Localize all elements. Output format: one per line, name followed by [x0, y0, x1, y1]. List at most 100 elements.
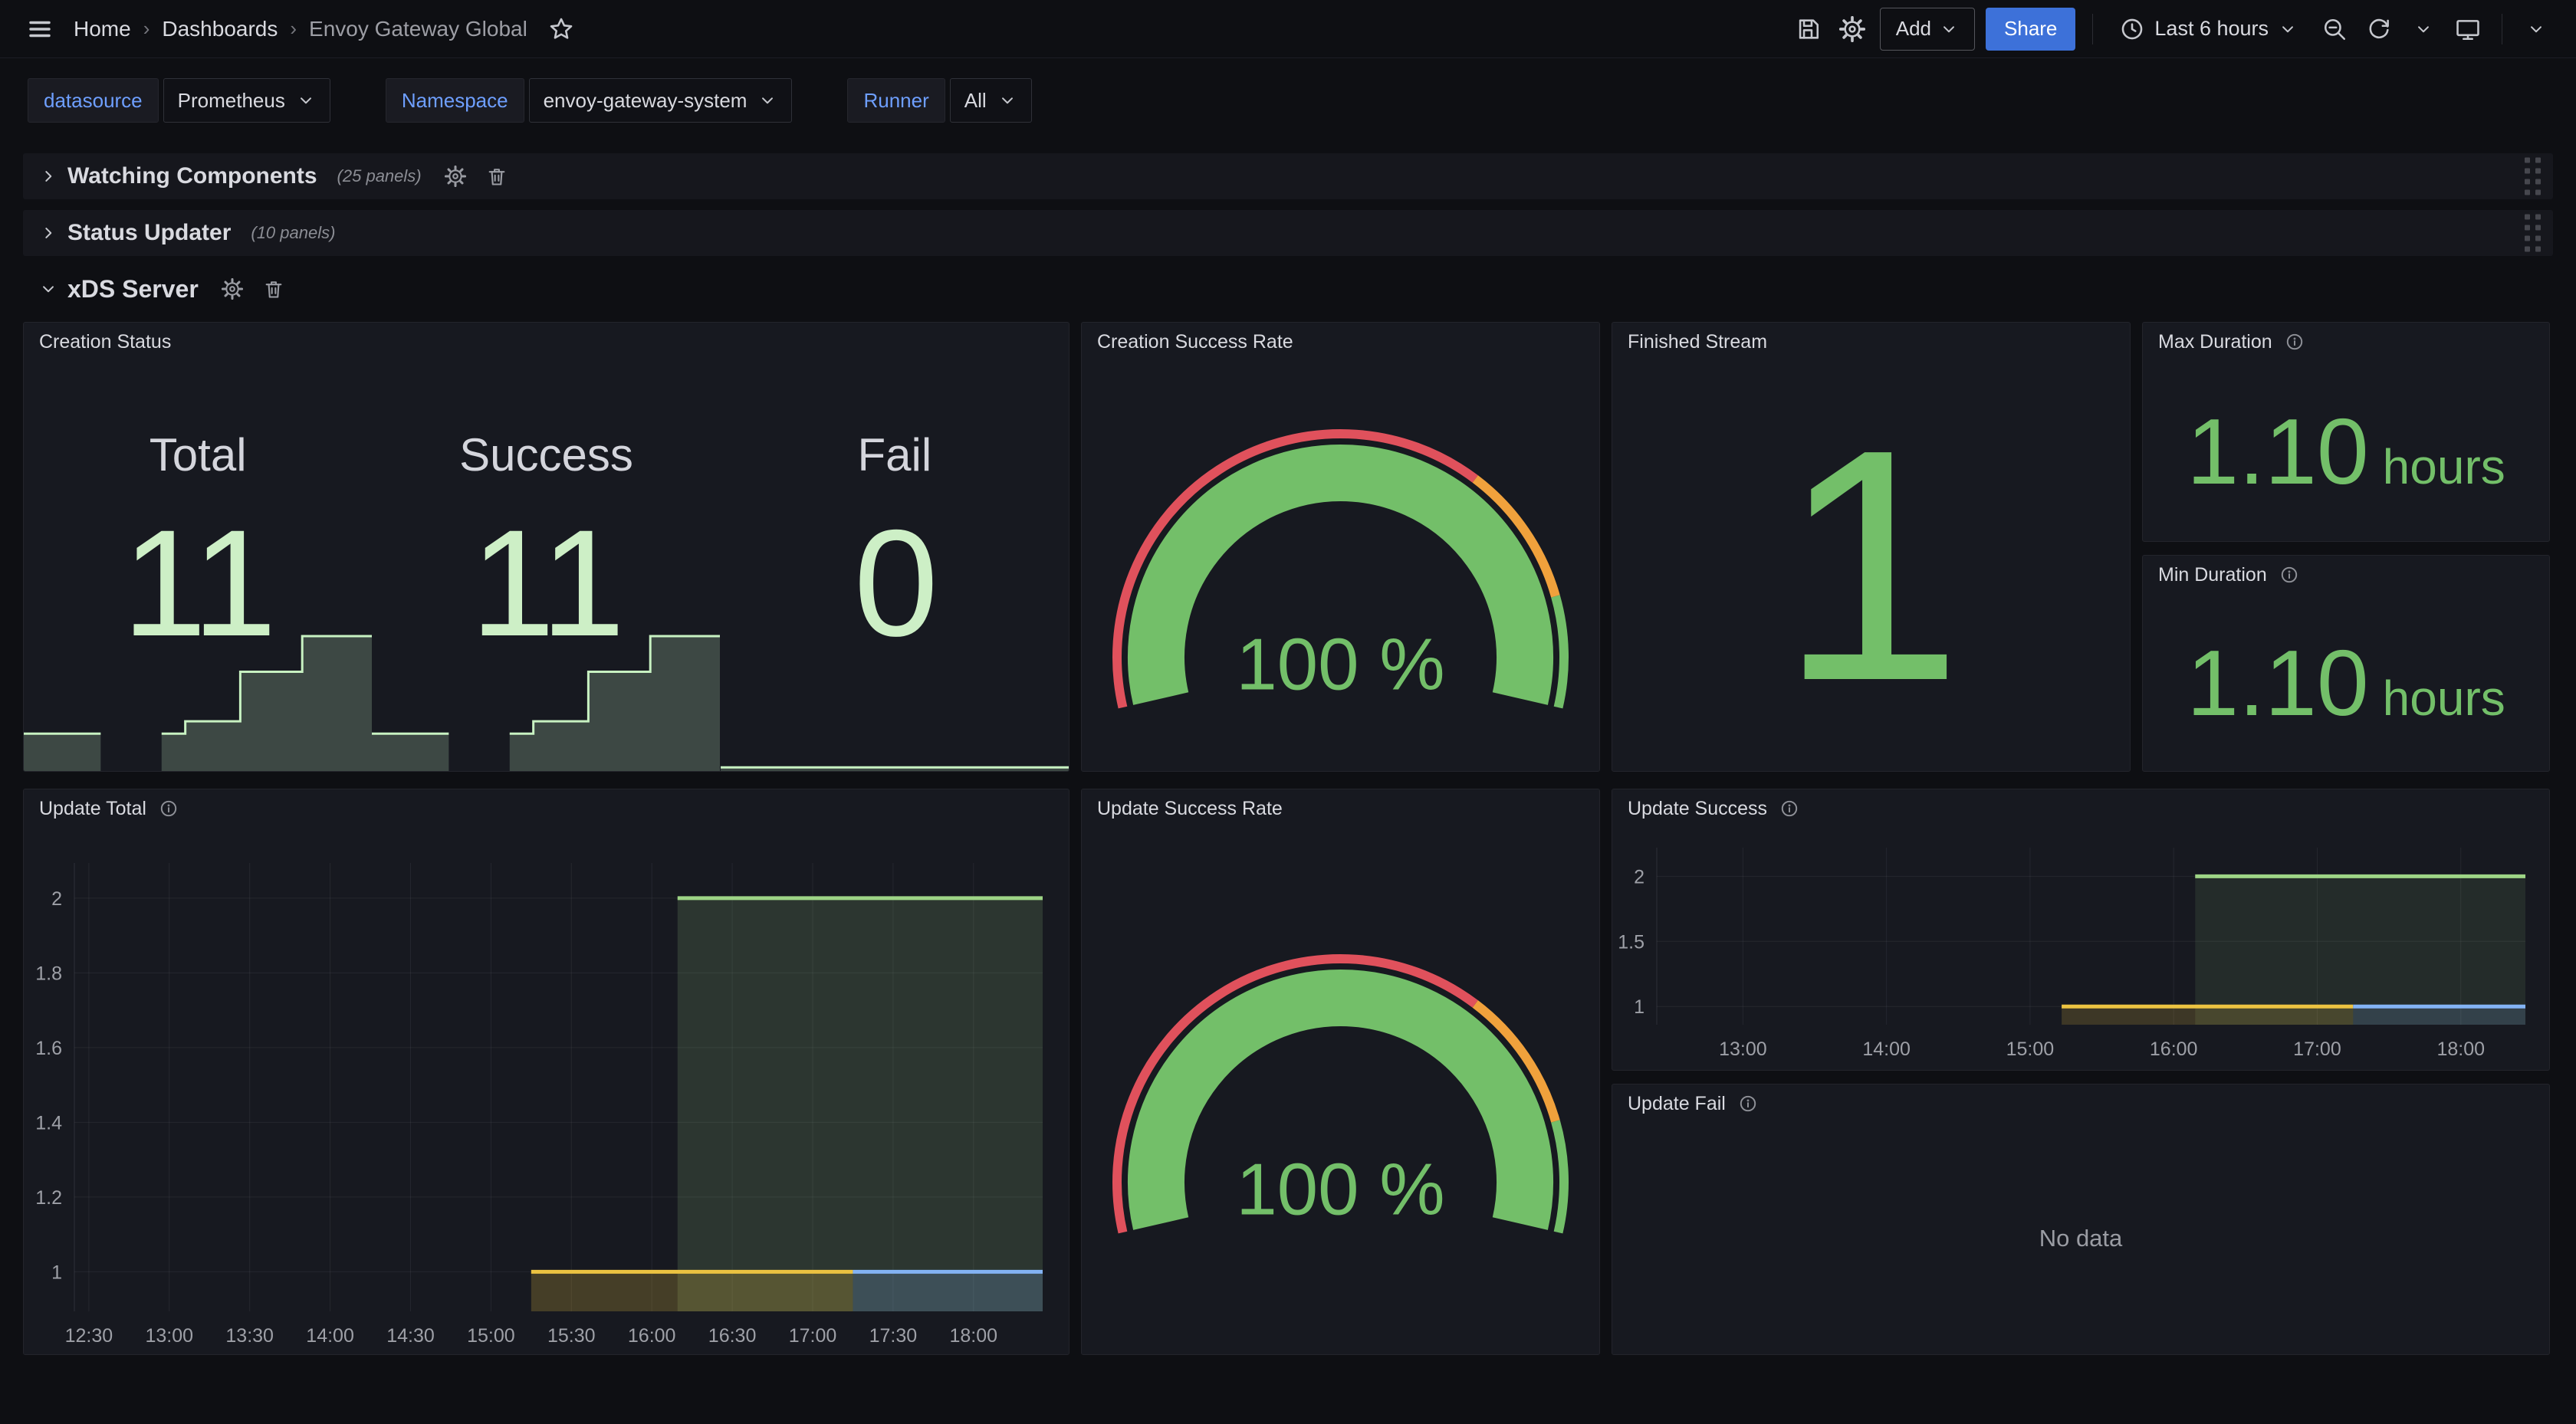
row-title[interactable]: Watching Components	[67, 163, 317, 189]
panel-header[interactable]: Update Fail	[1612, 1084, 2549, 1123]
menu-toggle-button[interactable]	[23, 12, 57, 46]
variable-label: Namespace	[386, 78, 524, 123]
row-title[interactable]: xDS Server	[67, 275, 199, 304]
stat-label: Fail	[857, 428, 932, 481]
add-button-label: Add	[1896, 17, 1931, 41]
svg-text:16:00: 16:00	[2150, 1038, 2198, 1060]
refresh-interval-button[interactable]	[2407, 12, 2440, 46]
panel-max-duration: Max Duration 1.10 hours	[2142, 322, 2550, 542]
svg-text:1: 1	[51, 1262, 62, 1283]
svg-text:18:00: 18:00	[950, 1325, 998, 1347]
runner-select[interactable]: All	[950, 78, 1032, 123]
row-status-updater[interactable]: Status Updater (10 panels)	[23, 210, 2553, 256]
gauge-creation-success-rate[interactable]: 100 %	[1082, 361, 1599, 771]
panel-min-duration: Min Duration 1.10 hours	[2142, 555, 2550, 772]
variables-bar: datasource Prometheus Namespace envoy-ga…	[0, 59, 2576, 142]
panel-header[interactable]: Min Duration	[2143, 556, 2549, 594]
breadcrumb-separator: ›	[143, 17, 150, 41]
svg-text:12:30: 12:30	[65, 1325, 113, 1347]
min-duration-value-wrap: 1.10 hours	[2143, 594, 2549, 771]
gear-icon	[1839, 16, 1865, 42]
info-icon[interactable]	[1738, 1094, 1758, 1114]
panel-title[interactable]: Finished Stream	[1628, 331, 1767, 353]
stat-sparkline	[24, 635, 372, 771]
breadcrumb-dashboards[interactable]: Dashboards	[162, 17, 278, 41]
row-watching-components[interactable]: Watching Components (25 panels)	[23, 153, 2553, 199]
panel-update-fail: Update Fail No data	[1612, 1084, 2550, 1355]
panel-header[interactable]: Max Duration	[2143, 323, 2549, 361]
row-settings-gear-icon[interactable]	[445, 166, 466, 187]
breadcrumb: Home › Dashboards › Envoy Gateway Global	[74, 17, 527, 41]
svg-text:1: 1	[1634, 996, 1644, 1018]
svg-text:17:00: 17:00	[2293, 1038, 2341, 1060]
panel-header[interactable]: Creation Success Rate	[1082, 323, 1599, 361]
svg-text:1.6: 1.6	[35, 1038, 62, 1059]
svg-text:13:00: 13:00	[146, 1325, 194, 1347]
zoom-out-icon	[2321, 16, 2348, 42]
chevron-down-icon	[296, 90, 316, 110]
panel-finished-stream: Finished Stream 1	[1612, 322, 2131, 772]
info-icon[interactable]	[2279, 565, 2299, 585]
timeseries-update-total[interactable]: 12:3013:0013:3014:0014:3015:0015:3016:00…	[24, 789, 1069, 1354]
row-drag-handle[interactable]	[2525, 215, 2541, 252]
refresh-button[interactable]	[2362, 12, 2396, 46]
breadcrumb-home[interactable]: Home	[74, 17, 131, 41]
panel-creation-success-rate: Creation Success Rate 100 %	[1081, 322, 1600, 772]
time-range-picker[interactable]: Last 6 hours	[2110, 8, 2307, 51]
dashboard-settings-button[interactable]	[1835, 12, 1869, 46]
svg-text:16:00: 16:00	[628, 1325, 676, 1347]
stat-label: Success	[459, 428, 633, 481]
row-drag-handle[interactable]	[2525, 158, 2541, 195]
datasource-select[interactable]: Prometheus	[163, 78, 330, 123]
stat-sparkline	[372, 635, 720, 771]
breadcrumb-current-page: Envoy Gateway Global	[309, 17, 527, 41]
namespace-select[interactable]: envoy-gateway-system	[529, 78, 793, 123]
kiosk-mode-button[interactable]	[2451, 12, 2485, 46]
panel-title[interactable]: Update Success Rate	[1097, 798, 1283, 820]
row-xds-server[interactable]: xDS Server	[23, 267, 2553, 310]
panel-creation-status: Creation Status Total 11 Success 11 Fail…	[23, 322, 1070, 772]
panel-title[interactable]: Creation Success Rate	[1097, 331, 1293, 353]
chevron-down-icon	[2413, 19, 2433, 39]
namespace-value: envoy-gateway-system	[544, 89, 748, 113]
panel-header[interactable]: Update Success Rate	[1082, 789, 1599, 828]
svg-text:100 %: 100 %	[1236, 624, 1444, 706]
svg-text:13:30: 13:30	[225, 1325, 274, 1347]
chevron-down-icon	[38, 279, 58, 299]
timeseries-update-success[interactable]: 13:0014:0015:0016:0017:0018:0011.52	[1612, 789, 2549, 1070]
info-icon[interactable]	[2285, 332, 2305, 352]
svg-text:13:00: 13:00	[1719, 1038, 1767, 1060]
panel-update-total: Update Total 12:3013:0013:3014:0014:3015…	[23, 789, 1070, 1355]
runner-value: All	[964, 89, 987, 113]
stat-total: Total 11	[24, 323, 372, 771]
row-title[interactable]: Status Updater	[67, 220, 231, 246]
gauge-update-success-rate[interactable]: 100 %	[1082, 828, 1599, 1354]
svg-text:2: 2	[51, 888, 62, 910]
row-settings-gear-icon[interactable]	[222, 278, 243, 300]
svg-text:1.2: 1.2	[35, 1187, 62, 1209]
panel-header[interactable]: Finished Stream	[1612, 323, 2130, 361]
save-dashboard-button[interactable]	[1791, 12, 1825, 46]
row-delete-trash-icon[interactable]	[486, 166, 508, 187]
collapse-toolbar-button[interactable]	[2519, 12, 2553, 46]
hamburger-icon	[27, 16, 53, 42]
clock-icon	[2119, 16, 2145, 42]
stat-unit: hours	[2383, 670, 2505, 727]
svg-text:14:30: 14:30	[386, 1325, 435, 1347]
row-delete-trash-icon[interactable]	[263, 278, 284, 300]
variable-namespace: Namespace envoy-gateway-system	[386, 78, 793, 123]
svg-text:15:00: 15:00	[467, 1325, 515, 1347]
add-button[interactable]: Add	[1880, 8, 1975, 51]
stat-sparkline	[721, 635, 1069, 771]
variable-datasource: datasource Prometheus	[28, 78, 330, 123]
panel-title[interactable]: Min Duration	[2158, 564, 2267, 586]
panel-title[interactable]: Max Duration	[2158, 331, 2272, 353]
panel-title[interactable]: Update Fail	[1628, 1093, 1726, 1115]
share-button[interactable]: Share	[1986, 8, 2075, 51]
svg-text:100 %: 100 %	[1236, 1149, 1444, 1231]
zoom-out-time-button[interactable]	[2318, 12, 2351, 46]
svg-text:15:00: 15:00	[2006, 1038, 2055, 1060]
panel-update-success-rate: Update Success Rate 100 %	[1081, 789, 1600, 1355]
favorite-star-button[interactable]	[544, 12, 578, 46]
chevron-right-icon	[38, 223, 58, 243]
